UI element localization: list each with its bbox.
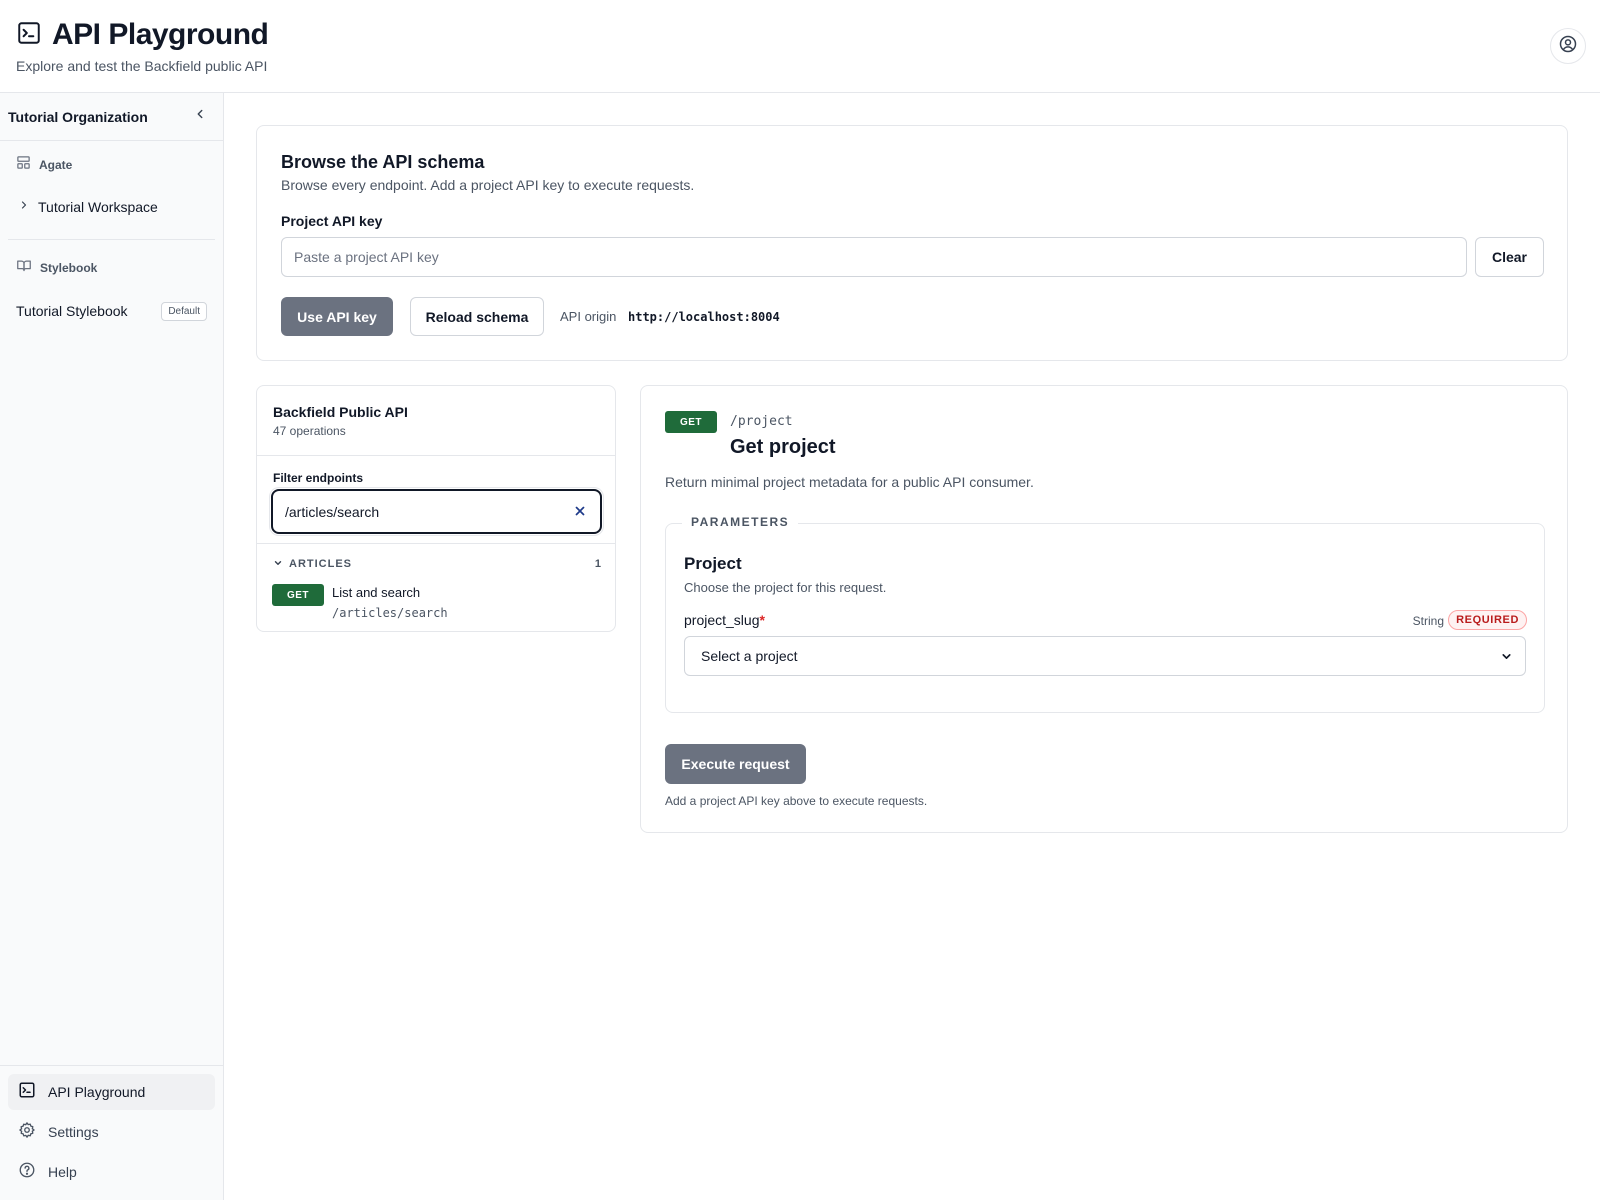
endpoint-summary: List and search	[332, 585, 421, 600]
api-key-input[interactable]	[281, 237, 1467, 277]
api-name: Backfield Public API	[273, 404, 408, 420]
org-switcher[interactable]: Tutorial Organization	[0, 93, 223, 141]
default-badge: Default	[161, 301, 207, 321]
operation-count: 47 operations	[273, 424, 346, 438]
user-circle-icon	[1558, 34, 1578, 59]
filter-field	[271, 489, 602, 534]
param-name-text: project_slug	[684, 612, 760, 628]
app-header: API Playground Explore and test the Back…	[0, 0, 1600, 93]
method-badge: GET	[665, 411, 717, 433]
execute-hint: Add a project API key above to execute r…	[665, 794, 928, 808]
org-name: Tutorial Organization	[8, 108, 148, 125]
clear-button[interactable]: Clear	[1475, 237, 1544, 277]
parameters-legend: PARAMETERS	[682, 515, 799, 529]
gear-icon	[18, 1121, 36, 1144]
sidebar-section-label: Agate	[39, 158, 73, 172]
filter-label: Filter endpoints	[273, 471, 363, 485]
endpoint-item[interactable]: GET List and search /articles/search	[272, 584, 602, 624]
sidebar-item-tutorial-workspace[interactable]: Tutorial Workspace	[0, 195, 223, 219]
api-origin-label: API origin	[560, 309, 617, 324]
endpoint-title: Get project	[730, 436, 836, 458]
page-title: API Playground	[52, 18, 269, 51]
sidebar-bottom-nav: API Playground Settings Help	[0, 1065, 223, 1200]
divider	[257, 455, 615, 456]
api-origin-value: http://localhost:8004	[628, 310, 780, 324]
user-menu-button[interactable]	[1550, 28, 1586, 64]
schema-card-description: Browse every endpoint. Add a project API…	[281, 177, 695, 193]
use-api-key-button[interactable]: Use API key	[281, 297, 393, 336]
sidebar-section-stylebook: Stylebook	[0, 257, 223, 279]
sidebar-item-label: Tutorial Workspace	[38, 199, 158, 215]
chevron-right-icon	[18, 198, 30, 216]
layout-icon	[16, 155, 31, 175]
sidebar-item-tutorial-stylebook[interactable]: Tutorial Stylebook Default	[0, 299, 223, 323]
endpoint-detail-card: GET /project Get project Return minimal …	[640, 385, 1568, 833]
parameters-fieldset: PARAMETERS Project Choose the project fo…	[665, 515, 1545, 713]
sidebar-section-agate: Agate	[0, 154, 223, 176]
endpoint-group-header[interactable]: ARTICLES 1	[273, 556, 601, 572]
endpoint-description: Return minimal project metadata for a pu…	[665, 474, 1034, 490]
nav-item-label: API Playground	[48, 1084, 146, 1100]
filter-endpoints-input[interactable]	[273, 491, 563, 532]
required-marker: *	[759, 612, 765, 628]
clear-filter-icon[interactable]	[570, 501, 590, 521]
param-name: project_slug*	[684, 612, 765, 628]
param-type: String	[1412, 614, 1444, 628]
endpoint-group-name: ARTICLES	[289, 558, 352, 570]
schema-card: Browse the API schema Browse every endpo…	[256, 125, 1568, 361]
terminal-icon	[18, 1081, 36, 1104]
nav-item-api-playground[interactable]: API Playground	[8, 1074, 215, 1110]
page-subtitle: Explore and test the Backfield public AP…	[16, 58, 268, 74]
api-key-label: Project API key	[281, 213, 383, 229]
param-group-title: Project	[684, 554, 742, 573]
divider	[257, 543, 615, 544]
help-circle-icon	[18, 1161, 36, 1184]
sidebar-section-label: Stylebook	[40, 261, 98, 275]
endpoint-path: /project	[730, 414, 793, 429]
project-select[interactable]: Select a project	[684, 636, 1526, 676]
select-value: Select a project	[701, 648, 798, 664]
reload-schema-button[interactable]: Reload schema	[410, 297, 544, 336]
method-badge: GET	[272, 584, 324, 606]
terminal-icon	[16, 20, 42, 51]
sidebar: Tutorial Organization Agate Tutorial Wor…	[0, 93, 224, 1200]
chevron-down-icon	[1500, 650, 1513, 666]
param-group-help: Choose the project for this request.	[684, 580, 887, 595]
header-title-row: API Playground	[16, 18, 269, 52]
chevron-left-icon[interactable]	[193, 107, 207, 126]
endpoint-path: /articles/search	[332, 606, 448, 620]
endpoint-list-card: Backfield Public API 47 operations Filte…	[256, 385, 616, 632]
sidebar-item-label: Tutorial Stylebook	[16, 303, 128, 319]
nav-item-label: Settings	[48, 1124, 99, 1140]
chevron-down-icon	[273, 555, 283, 573]
schema-card-title: Browse the API schema	[281, 152, 485, 172]
book-icon	[16, 258, 32, 278]
nav-item-settings[interactable]: Settings	[8, 1114, 215, 1150]
nav-item-help[interactable]: Help	[8, 1154, 215, 1190]
endpoint-group-count: 1	[594, 558, 601, 570]
required-badge: REQUIRED	[1448, 610, 1527, 630]
execute-request-button[interactable]: Execute request	[665, 744, 806, 784]
nav-item-label: Help	[48, 1164, 77, 1180]
